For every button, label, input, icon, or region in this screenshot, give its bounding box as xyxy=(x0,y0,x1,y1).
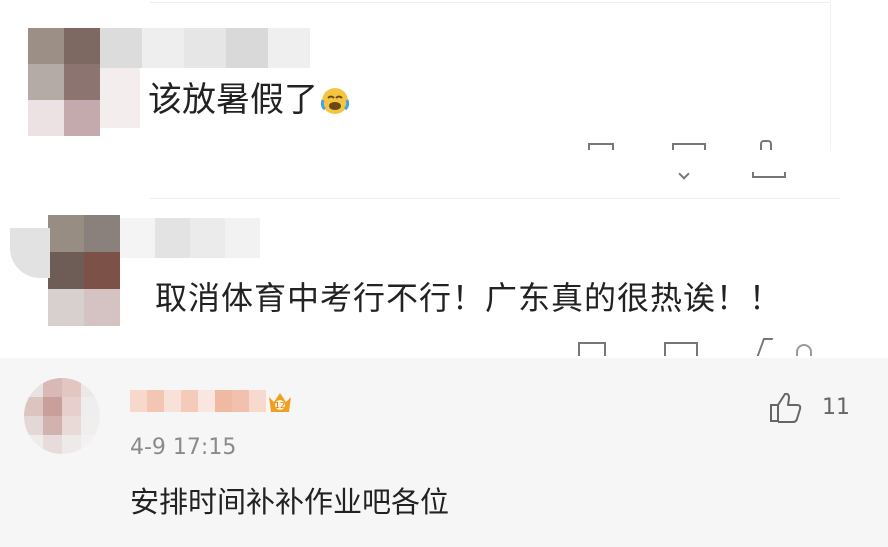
thumbs-up-icon[interactable] xyxy=(760,140,772,150)
comment-timestamp: 4-9 17:15 xyxy=(130,435,237,460)
avatar xyxy=(48,215,120,327)
avatar xyxy=(28,28,100,136)
vip-badge: 12 xyxy=(266,388,294,416)
like-count-cutoff xyxy=(796,344,812,356)
username-blur[interactable] xyxy=(130,390,266,412)
comment-3: 12 4-9 17:15 安排时间补补作业吧各位 11 xyxy=(0,358,888,547)
comment-2-content: 取消体育中考行不行！广东真的很热诶！！ xyxy=(155,279,783,317)
username-blur xyxy=(120,218,262,258)
share-icon[interactable] xyxy=(588,143,614,150)
crying-laughing-emoji xyxy=(320,86,350,116)
comment-icon[interactable] xyxy=(672,143,706,150)
share-icon[interactable] xyxy=(578,342,606,356)
comment-1-content: 该放暑假了 xyxy=(148,80,318,120)
comment-2: 取消体育中考行不行！广东真的很热诶！！ xyxy=(0,150,888,358)
like-count: 11 xyxy=(822,395,850,420)
comment-3-content: 安排时间补补作业吧各位 xyxy=(130,485,450,519)
username-blur xyxy=(100,28,310,68)
comment-1: 该放暑假了 xyxy=(0,0,888,150)
avatar[interactable] xyxy=(24,378,100,454)
comment-icon[interactable] xyxy=(664,342,698,356)
cutoff-icon xyxy=(678,168,690,180)
thumbs-up-icon[interactable] xyxy=(756,338,774,356)
thumbs-up-icon[interactable] xyxy=(768,390,804,424)
divider xyxy=(150,2,830,3)
cutoff-icon xyxy=(752,172,786,178)
divider xyxy=(150,198,840,199)
svg-text:12: 12 xyxy=(275,401,285,410)
